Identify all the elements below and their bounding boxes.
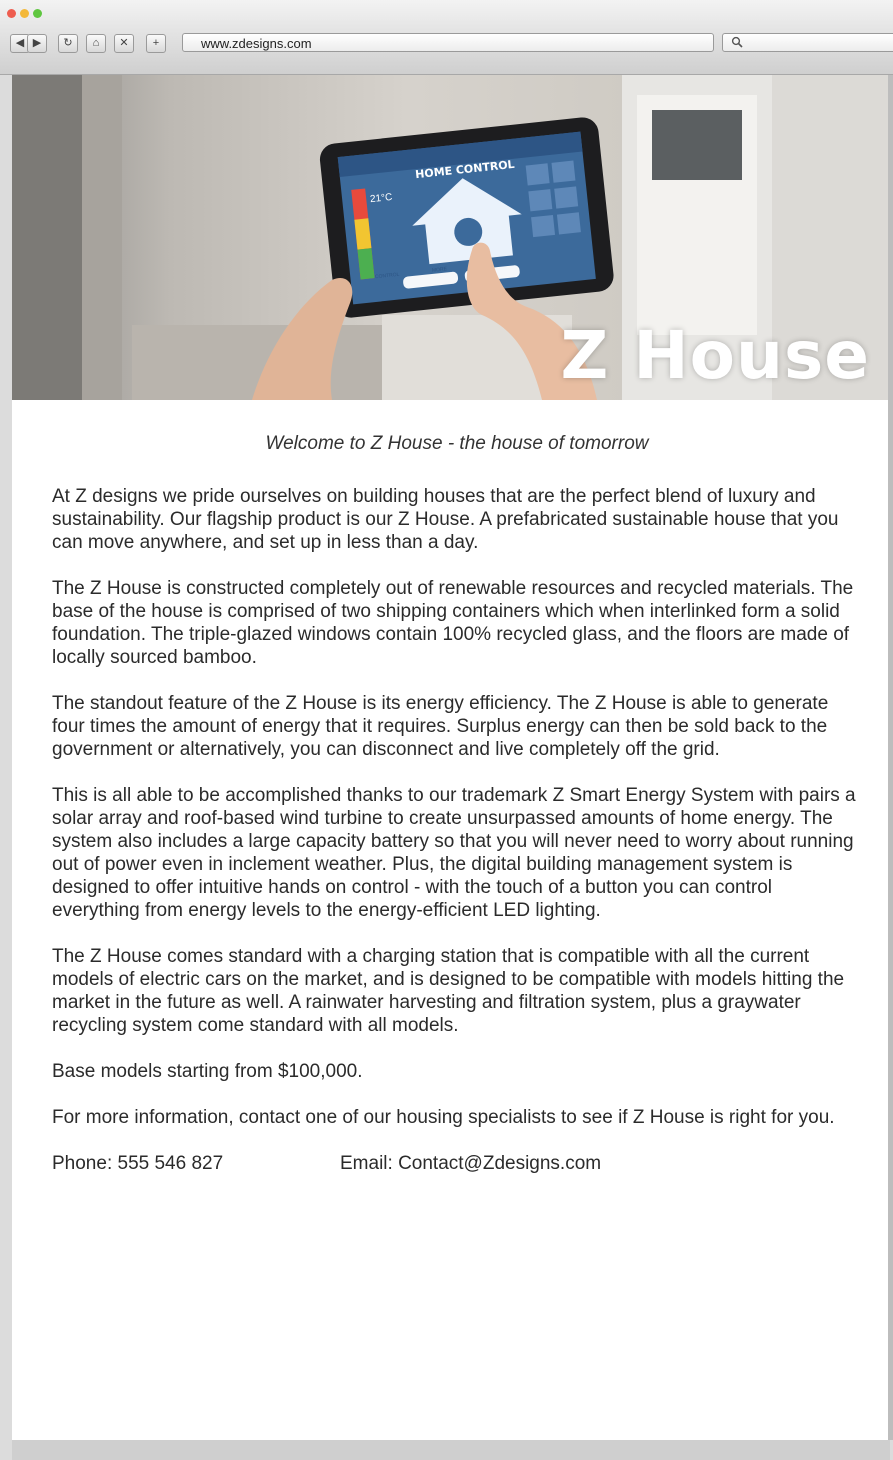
url-text: www.zdesigns.com: [201, 36, 312, 51]
stop-icon: ✕: [119, 37, 129, 49]
reload-icon: ↻: [63, 37, 73, 49]
navigation-bar: ◀ ▶ ↻ ⌂ ✕ + www.zdesigns.com: [10, 32, 893, 56]
paragraph-energy: The standout feature of the Z House is i…: [52, 693, 829, 760]
main-content: Welcome to Z House - the house of tomorr…: [52, 433, 862, 1175]
stop-button[interactable]: ✕: [114, 34, 134, 53]
close-window-button[interactable]: [7, 9, 16, 18]
reload-button[interactable]: ↻: [58, 34, 78, 53]
address-bar[interactable]: www.zdesigns.com: [182, 33, 714, 52]
home-button[interactable]: ⌂: [86, 34, 106, 53]
zoom-window-button[interactable]: [33, 9, 42, 18]
hero-banner: HOME CONTROL 21°C CONTROL MORE Z House: [12, 75, 890, 400]
window-controls: [7, 9, 42, 18]
forward-icon: ▶: [32, 37, 42, 49]
new-tab-button[interactable]: +: [146, 34, 166, 53]
browser-window: ◀ ▶ ↻ ⌂ ✕ + www.zdesigns.com HOME CONTRO…: [0, 0, 893, 1460]
paragraph-smart-system: This is all able to be accomplished than…: [52, 785, 856, 921]
paragraph-features: The Z House comes standard with a chargi…: [52, 946, 845, 1036]
minimize-window-button[interactable]: [20, 9, 29, 18]
tablet-temperature: 21°C: [369, 191, 393, 206]
phone-number: Phone: 555 546 827: [52, 1153, 224, 1174]
window-edge: [888, 75, 893, 1440]
paragraph-materials: The Z House is constructed completely ou…: [52, 578, 854, 668]
search-field[interactable]: [722, 33, 893, 52]
page-viewport: HOME CONTROL 21°C CONTROL MORE Z House W…: [12, 75, 890, 1440]
email-address[interactable]: Email: Contact@Zdesigns.com: [340, 1152, 601, 1175]
forward-button[interactable]: ▶: [27, 34, 47, 53]
hero-title: Z House: [560, 317, 870, 394]
paragraph-intro: At Z designs we pride ourselves on build…: [52, 486, 839, 553]
browser-toolbar: ◀ ▶ ↻ ⌂ ✕ + www.zdesigns.com: [0, 0, 893, 75]
paragraph-contact: For more information, contact one of our…: [52, 1107, 835, 1128]
status-bar: [12, 1440, 890, 1460]
contact-row: Phone: 555 546 827 Email: Contact@Zdesig…: [52, 1152, 862, 1175]
plus-icon: +: [152, 37, 160, 49]
paragraph-price: Base models starting from $100,000.: [52, 1061, 363, 1082]
tagline: Welcome to Z House - the house of tomorr…: [265, 433, 649, 454]
home-icon: ⌂: [92, 37, 100, 49]
back-icon: ◀: [15, 37, 25, 49]
magnifier-icon: [731, 36, 743, 48]
